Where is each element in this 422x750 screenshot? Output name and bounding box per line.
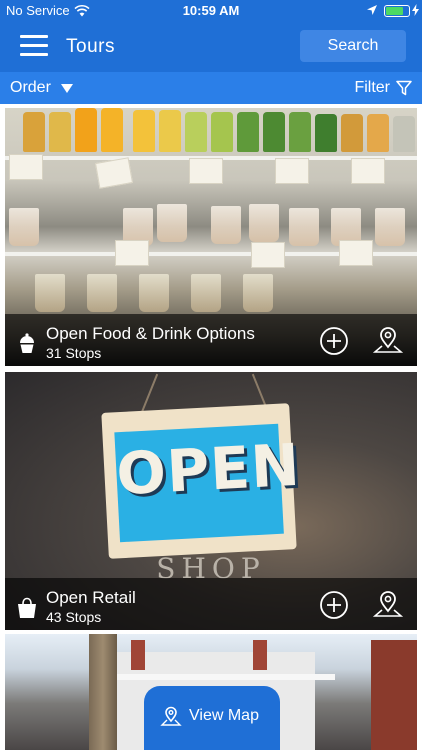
- chevron-down-icon: [60, 83, 73, 93]
- status-time: 10:59 AM: [182, 3, 240, 18]
- map-pin-icon[interactable]: [373, 324, 403, 356]
- map-pin-icon: [160, 706, 182, 726]
- add-circle-icon[interactable]: [319, 590, 349, 620]
- battery-level: [386, 7, 404, 15]
- view-map-button[interactable]: View Map: [144, 686, 280, 750]
- tour-title: Open Retail: [46, 588, 136, 607]
- filter-label: Filter: [354, 79, 390, 96]
- filter-bar: Order Filter: [0, 72, 422, 104]
- cupcake-icon: [20, 333, 34, 353]
- filter-button[interactable]: Filter: [354, 79, 412, 97]
- tour-stop-count: 43 Stops: [46, 609, 102, 625]
- order-label: Order: [10, 79, 51, 96]
- view-map-label: View Map: [189, 707, 259, 724]
- tour-title: Open Food & Drink Options: [46, 324, 255, 343]
- page-title: Tours: [66, 36, 115, 57]
- shopping-bag-icon: [18, 597, 36, 618]
- card-caption: Open Retail 43 Stops: [5, 578, 417, 630]
- tour-card-retail[interactable]: OPEN SHOP Open Retail 43 Stops: [5, 372, 417, 630]
- status-bar: No Service 10:59 AM: [0, 0, 422, 22]
- order-dropdown[interactable]: Order: [10, 79, 73, 97]
- search-button[interactable]: Search: [300, 30, 406, 62]
- tour-card-food-drink[interactable]: Open Food & Drink Options 31 Stops: [5, 108, 417, 366]
- charging-bolt-icon: [412, 4, 419, 16]
- map-pin-icon[interactable]: [373, 588, 403, 620]
- card-caption: Open Food & Drink Options 31 Stops: [5, 314, 417, 366]
- nav-bar: Tours Search: [0, 22, 422, 72]
- battery-icon: [384, 5, 410, 17]
- tour-stop-count: 31 Stops: [46, 345, 102, 361]
- filter-funnel-icon: [396, 80, 412, 96]
- location-arrow-icon: [367, 5, 377, 15]
- hamburger-menu-icon[interactable]: [20, 35, 48, 57]
- add-circle-icon[interactable]: [319, 326, 349, 356]
